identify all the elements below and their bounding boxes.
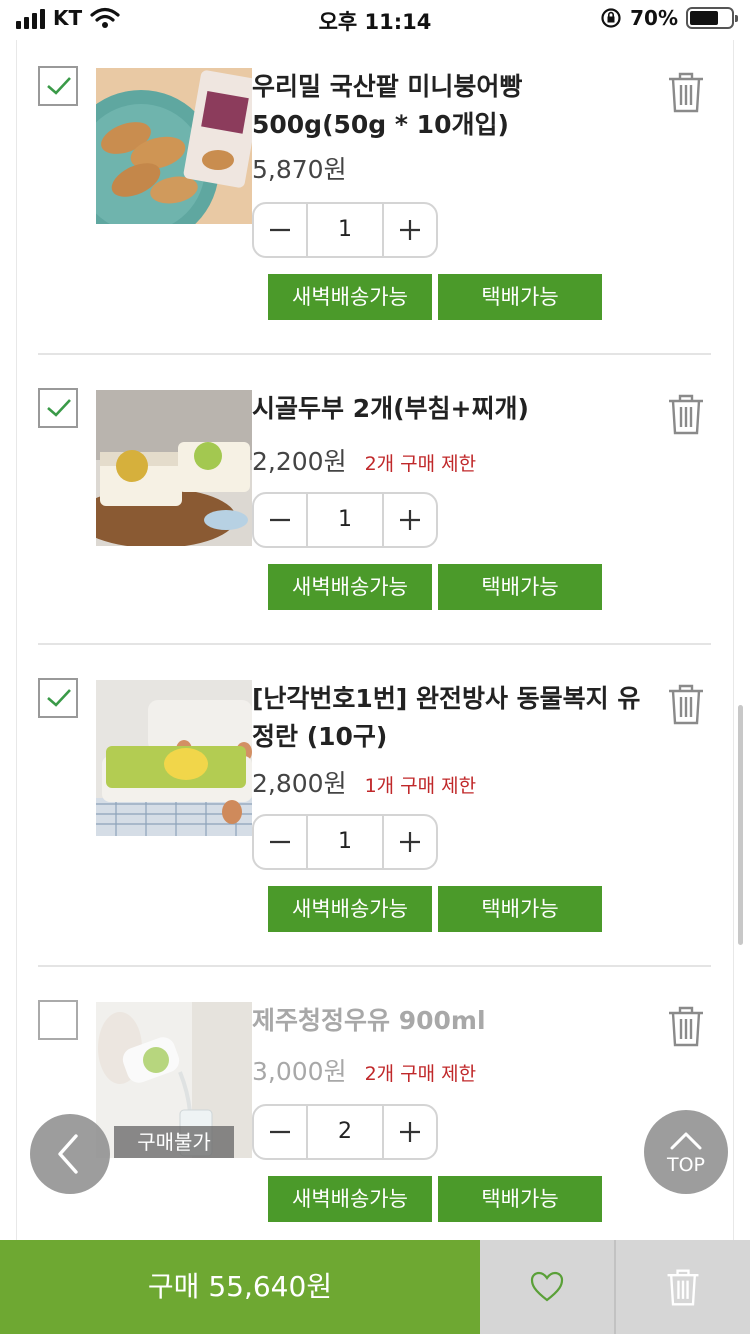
quantity-value[interactable]: 1 <box>306 204 384 256</box>
price-row: 2,200원 2개 구매 제한 <box>252 442 476 478</box>
quantity-stepper: 1 <box>252 814 438 870</box>
status-bar: KT 오후 11:14 70% <box>0 0 750 40</box>
trash-icon[interactable] <box>664 392 708 436</box>
trash-icon[interactable] <box>664 682 708 726</box>
heart-icon <box>530 1271 564 1302</box>
increase-button[interactable] <box>384 1106 436 1158</box>
quantity-value[interactable]: 1 <box>306 816 384 868</box>
minus-icon <box>270 840 290 844</box>
decrease-button[interactable] <box>254 816 306 868</box>
status-right: 70% <box>600 6 738 30</box>
minus-icon <box>270 228 290 232</box>
price-row: 2,800원 1개 구매 제한 <box>252 764 476 800</box>
rotation-lock-icon <box>601 8 621 28</box>
chevron-left-icon <box>58 1134 78 1174</box>
product-image-eggs[interactable] <box>96 680 252 836</box>
decrease-button[interactable] <box>254 1106 306 1158</box>
parcel-delivery-badge: 택배가능 <box>438 1176 602 1222</box>
increase-button[interactable] <box>384 816 436 868</box>
dawn-delivery-badge: 새벽배송가능 <box>268 886 432 932</box>
plus-icon <box>400 220 420 240</box>
item-checkbox[interactable] <box>38 66 78 106</box>
product-price: 2,800원 <box>252 769 347 798</box>
check-icon <box>47 399 71 417</box>
parcel-delivery-badge: 택배가능 <box>438 274 602 320</box>
minus-icon <box>270 1130 290 1134</box>
purchase-limit: 2개 구매 제한 <box>364 1063 477 1085</box>
increase-button[interactable] <box>384 204 436 256</box>
item-checkbox[interactable] <box>38 678 78 718</box>
price-row: 3,000원 2개 구매 제한 <box>252 1052 476 1088</box>
check-icon <box>47 77 71 95</box>
battery-percentage: 70% <box>630 6 678 30</box>
plus-icon <box>400 1122 420 1142</box>
scroll-top-button[interactable]: TOP <box>644 1110 728 1194</box>
battery-icon <box>686 7 738 29</box>
dawn-delivery-badge: 새벽배송가능 <box>268 1176 432 1222</box>
decrease-button[interactable] <box>254 204 306 256</box>
dawn-delivery-badge: 새벽배송가능 <box>268 274 432 320</box>
item-divider <box>38 643 711 645</box>
product-image-bungeoppang[interactable] <box>96 68 252 224</box>
product-image-milk[interactable]: 구매불가 <box>96 1002 252 1158</box>
dawn-delivery-badge: 새벽배송가능 <box>268 564 432 610</box>
quantity-value[interactable]: 1 <box>306 494 384 546</box>
plus-icon <box>400 510 420 530</box>
item-checkbox[interactable] <box>38 1000 78 1040</box>
buy-button[interactable]: 구매 55,640원 <box>0 1240 480 1334</box>
quantity-stepper: 1 <box>252 202 438 258</box>
quantity-value[interactable]: 2 <box>306 1106 384 1158</box>
unavailable-label: 구매불가 <box>114 1126 234 1158</box>
purchase-limit: 1개 구매 제한 <box>364 775 477 797</box>
quantity-stepper: 2 <box>252 1104 438 1160</box>
price-row: 5,870원 <box>252 150 347 186</box>
delete-selected-button[interactable] <box>616 1240 750 1334</box>
chevron-up-icon <box>670 1132 702 1150</box>
product-image-tofu[interactable] <box>96 390 252 546</box>
parcel-delivery-badge: 택배가능 <box>438 564 602 610</box>
bottom-action-bar: 구매 55,640원 <box>0 1240 750 1334</box>
decrease-button[interactable] <box>254 494 306 546</box>
item-divider <box>38 965 711 967</box>
item-divider <box>38 353 711 355</box>
parcel-delivery-badge: 택배가능 <box>438 886 602 932</box>
trash-icon[interactable] <box>664 1004 708 1048</box>
product-name[interactable]: 우리밀 국산팥 미니붕어빵 500g(50g * 10개입) <box>252 68 650 144</box>
trash-icon <box>667 1269 699 1306</box>
trash-icon[interactable] <box>664 70 708 114</box>
back-button[interactable] <box>30 1114 110 1194</box>
top-label: TOP <box>666 1154 706 1176</box>
product-price: 2,200원 <box>252 447 347 476</box>
quantity-stepper: 1 <box>252 492 438 548</box>
minus-icon <box>270 518 290 522</box>
purchase-limit: 2개 구매 제한 <box>364 453 477 475</box>
product-name[interactable]: 제주청정우유 900ml <box>252 1002 650 1040</box>
item-checkbox[interactable] <box>38 388 78 428</box>
product-name[interactable]: 시골두부 2개(부침+찌개) <box>252 390 650 428</box>
wishlist-button[interactable] <box>480 1240 616 1334</box>
plus-icon <box>400 832 420 852</box>
product-name[interactable]: [난각번호1번] 완전방사 동물복지 유정란 (10구) <box>252 680 650 756</box>
check-icon <box>47 689 71 707</box>
product-price: 3,000원 <box>252 1057 347 1086</box>
scrollbar[interactable] <box>738 705 743 945</box>
increase-button[interactable] <box>384 494 436 546</box>
product-price: 5,870원 <box>252 155 347 184</box>
